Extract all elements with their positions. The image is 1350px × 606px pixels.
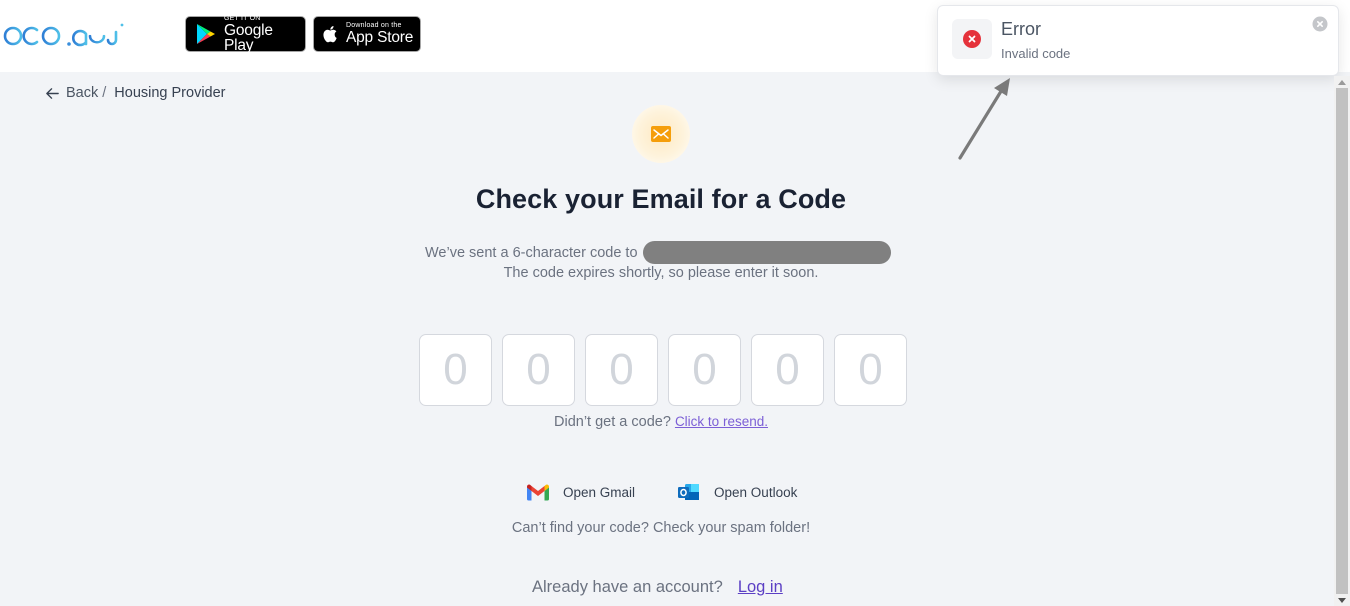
scroll-down-arrow-icon (1338, 597, 1346, 603)
apple-icon (323, 26, 337, 43)
resend-link[interactable]: Click to resend. (675, 414, 768, 429)
resend-prompt: Didn’t get a code? (554, 414, 671, 430)
bob-ai-logo[interactable] (2, 14, 127, 54)
close-icon[interactable] (1312, 16, 1328, 32)
error-toast: Error Invalid code (937, 5, 1339, 76)
open-gmail-label: Open Gmail (563, 484, 636, 500)
login-link[interactable]: Log in (738, 578, 783, 597)
otp-digit-6[interactable] (834, 334, 907, 406)
otp-digit-5[interactable] (751, 334, 824, 406)
toast-message: Invalid code (1001, 46, 1071, 61)
google-play-icon (197, 24, 215, 44)
gmail-icon (527, 484, 549, 501)
login-line: Already have an account? Log in (532, 578, 783, 597)
back-label: Back (66, 85, 99, 101)
app-store-small: Download on the (346, 22, 402, 30)
back-link[interactable]: Back (45, 85, 98, 101)
scroll-up-arrow-icon (1338, 79, 1346, 85)
app-store-badge[interactable]: Download on the App Store (313, 16, 421, 52)
page-title: Check your Email for a Code (475, 184, 847, 214)
google-play-big: Google Play (224, 21, 273, 54)
outlook-icon (678, 484, 700, 500)
scroll-down-button[interactable] (1334, 594, 1350, 606)
otp-input-group (419, 334, 907, 406)
envelope-icon (651, 126, 671, 142)
open-outlook-label: Open Outlook (714, 484, 798, 500)
app-store-big: App Store (346, 29, 414, 47)
breadcrumb-separator: / (102, 85, 107, 101)
code-expires-text: The code expires shortly, so please ente… (503, 265, 819, 281)
mail-app-links: Open Gmail Open Outlook (526, 482, 797, 502)
annotation-arrow-icon (958, 78, 1010, 160)
login-prompt: Already have an account? (532, 578, 723, 596)
error-circle-icon (963, 30, 981, 48)
breadcrumb-current: Housing Provider (114, 85, 226, 101)
otp-digit-3[interactable] (585, 334, 658, 406)
toast-title: Error (1001, 19, 1041, 39)
code-sent-prefix: We’ve sent a 6-character code to (425, 244, 638, 261)
scrollbar-thumb[interactable] (1336, 88, 1348, 594)
otp-digit-1[interactable] (419, 334, 492, 406)
toast-icon-container (952, 19, 992, 59)
spam-hint: Can’t find your code? Check your spam fo… (511, 520, 811, 536)
scroll-up-button[interactable] (1334, 76, 1350, 88)
otp-digit-2[interactable] (502, 334, 575, 406)
redacted-email (642, 241, 891, 264)
google-play-badge[interactable]: GET IT ON Google Play (185, 14, 306, 54)
resend-line: Didn’t get a code? Click to resend. (0, 414, 1322, 430)
breadcrumb: Back / Housing Provider (45, 85, 226, 101)
open-outlook-button[interactable]: Open Outlook (677, 482, 797, 502)
google-play-small: GET IT ON (224, 14, 261, 22)
open-gmail-button[interactable]: Open Gmail (526, 483, 635, 501)
arrow-left-icon (46, 87, 59, 99)
mail-icon-halo (632, 105, 690, 163)
vertical-scrollbar[interactable] (1334, 76, 1350, 606)
otp-digit-4[interactable] (668, 334, 741, 406)
code-sent-text: We’ve sent a 6-character code to (425, 241, 891, 264)
